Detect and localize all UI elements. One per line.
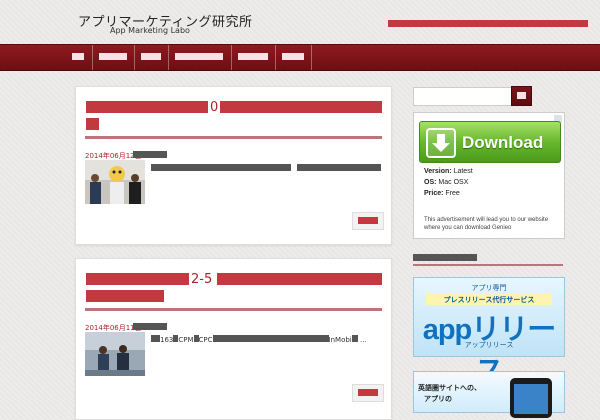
download-ad[interactable]: Download Version: Latest OS: Mac OSX Pri… bbox=[413, 112, 565, 239]
read-more-button[interactable] bbox=[352, 384, 384, 402]
read-more-label bbox=[358, 217, 378, 224]
title-divider bbox=[85, 308, 382, 311]
app-release-banner[interactable]: アプリ専門 プレスリリース代行サービス appリリース アップリリース bbox=[413, 277, 565, 388]
nav-item-5[interactable] bbox=[232, 45, 276, 70]
nav-label bbox=[238, 53, 268, 62]
ad-version: Version: Latest bbox=[424, 168, 473, 175]
post-card: 0 2014年06月12日 bbox=[75, 86, 392, 245]
nav-item-2[interactable] bbox=[93, 45, 135, 70]
read-more-label bbox=[358, 389, 378, 396]
post-category[interactable] bbox=[133, 151, 173, 158]
title-divider bbox=[85, 136, 382, 139]
nav-item-4[interactable] bbox=[169, 45, 232, 70]
post-title[interactable]: 0 bbox=[86, 100, 382, 131]
post-title-text-2 bbox=[86, 118, 99, 130]
site-logo[interactable]: アプリマーケティング研究所 App Marketing Labo bbox=[78, 11, 278, 39]
post-card: 2-5 2014年06月11日 163 CPM CPC InMobi ... bbox=[75, 258, 392, 420]
download-button[interactable]: Download bbox=[419, 121, 561, 163]
thumbnail-photo bbox=[85, 160, 145, 204]
banner2-line1: 英語圏サイトへの、 bbox=[418, 384, 481, 392]
nav-label bbox=[72, 53, 84, 62]
ad-os: OS: Mac OSX bbox=[424, 179, 469, 186]
banner2-line2: アプリの bbox=[424, 395, 452, 403]
download-arrow-icon bbox=[426, 128, 456, 158]
search-input[interactable] bbox=[413, 87, 515, 106]
read-more-button[interactable] bbox=[352, 212, 384, 230]
widget-divider bbox=[413, 264, 563, 266]
thumbnail-photo bbox=[85, 332, 145, 376]
post-excerpt: 163 CPM CPC InMobi ... bbox=[151, 335, 382, 344]
ad-price: Price: Free bbox=[424, 190, 460, 197]
banner-top-text: アプリ専門 bbox=[471, 284, 507, 292]
post-title-text: 0 bbox=[210, 100, 219, 115]
site-subtitle: App Marketing Labo bbox=[110, 26, 190, 35]
ad-disclaimer: This advertisement will lead you to our … bbox=[424, 217, 549, 231]
smartphone-icon bbox=[510, 378, 552, 418]
nav-item-3[interactable] bbox=[135, 45, 169, 70]
post-title[interactable]: 2-5 bbox=[86, 272, 382, 303]
download-label: Download bbox=[462, 133, 544, 152]
search-button[interactable] bbox=[511, 86, 532, 106]
post-thumbnail[interactable] bbox=[85, 332, 145, 376]
english-site-banner[interactable]: 英語圏サイトへの、 アプリの bbox=[413, 371, 565, 418]
nav-label bbox=[282, 53, 304, 62]
nav-label bbox=[175, 53, 223, 62]
widget-title bbox=[413, 254, 477, 261]
global-nav bbox=[0, 44, 600, 71]
post-excerpt bbox=[151, 163, 382, 174]
post-title-text: 2-5 bbox=[191, 272, 213, 287]
post-thumbnail[interactable] bbox=[85, 160, 145, 204]
site-header: アプリマーケティング研究所 App Marketing Labo bbox=[0, 0, 600, 43]
banner-pill: プレスリリース代行サービス bbox=[426, 293, 552, 305]
nav-label bbox=[99, 53, 127, 62]
post-title-text-2 bbox=[86, 290, 164, 302]
nav-item-6[interactable] bbox=[276, 45, 312, 70]
site-tagline bbox=[388, 20, 588, 28]
banner-sub-text: アップリリース bbox=[464, 341, 514, 349]
nav-item-home[interactable] bbox=[66, 45, 93, 70]
post-category[interactable] bbox=[133, 323, 173, 330]
nav-label bbox=[141, 53, 161, 62]
